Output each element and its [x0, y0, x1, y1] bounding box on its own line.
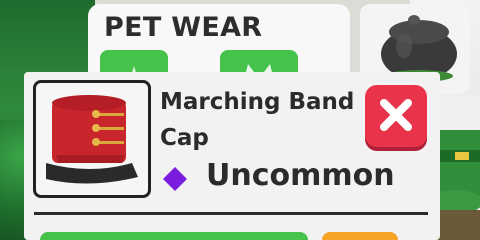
item-name: Marching Band Cap	[160, 89, 355, 151]
panel-title: PET WEAR	[104, 12, 263, 43]
item-thumbnail	[33, 80, 151, 198]
equip-button[interactable]	[40, 232, 308, 240]
game-scene: PET WEAR Marching Band Cap Uncommon	[0, 0, 480, 240]
divider	[34, 212, 428, 215]
close-icon	[380, 99, 412, 131]
diamond-icon	[163, 167, 187, 191]
rarity-label: Uncommon	[206, 158, 395, 193]
close-button[interactable]	[365, 85, 427, 147]
cauldron-icon	[381, 15, 457, 82]
secondary-button[interactable]	[322, 232, 398, 240]
marching-band-cap-icon	[46, 95, 138, 184]
